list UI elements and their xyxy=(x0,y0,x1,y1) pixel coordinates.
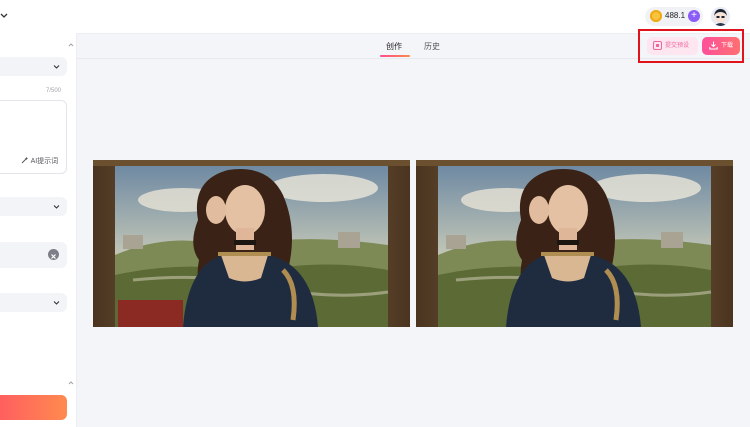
submit-preset-button[interactable]: 提交预设 xyxy=(647,37,698,55)
size-select[interactable] xyxy=(0,293,67,312)
tab-create[interactable]: 创作 xyxy=(386,41,402,52)
model-select[interactable] xyxy=(0,57,67,76)
prompt-char-counter: 7/500 xyxy=(46,88,62,94)
add-credits-button[interactable]: + xyxy=(688,10,700,22)
generated-image[interactable] xyxy=(93,160,410,327)
portrait-painting xyxy=(416,160,733,327)
credits-badge[interactable]: 488.1 + xyxy=(645,7,703,26)
chevron-down-icon xyxy=(53,301,60,305)
download-button[interactable]: 下载 xyxy=(702,37,740,55)
coin-icon xyxy=(650,10,662,22)
chevron-up-icon[interactable] xyxy=(68,42,74,48)
preset-icon xyxy=(653,41,662,50)
download-label: 下载 xyxy=(721,43,734,49)
clear-icon[interactable] xyxy=(48,249,59,260)
style-select[interactable] xyxy=(0,197,67,216)
ai-prompt-button[interactable]: AI提示词 xyxy=(21,156,58,166)
credits-value: 488.1 xyxy=(665,11,686,20)
download-icon xyxy=(709,41,718,50)
chevron-up-icon[interactable] xyxy=(68,380,74,386)
chevron-down-icon xyxy=(53,205,60,209)
magic-wand-icon xyxy=(21,156,29,164)
active-tab-indicator xyxy=(380,55,410,57)
chevron-down-icon xyxy=(53,65,60,69)
submit-preset-label: 提交预设 xyxy=(665,43,690,49)
settings-panel: 7/500 AI提示词 xyxy=(0,33,77,427)
chevron-down-icon[interactable] xyxy=(0,11,8,19)
avatar[interactable] xyxy=(711,7,730,26)
portrait-painting xyxy=(93,160,410,327)
ai-prompt-label: AI提示词 xyxy=(30,158,59,165)
generate-button[interactable] xyxy=(0,395,67,420)
tab-history[interactable]: 历史 xyxy=(424,41,440,52)
generated-image[interactable] xyxy=(416,160,733,327)
user-avatar-icon xyxy=(711,7,730,26)
